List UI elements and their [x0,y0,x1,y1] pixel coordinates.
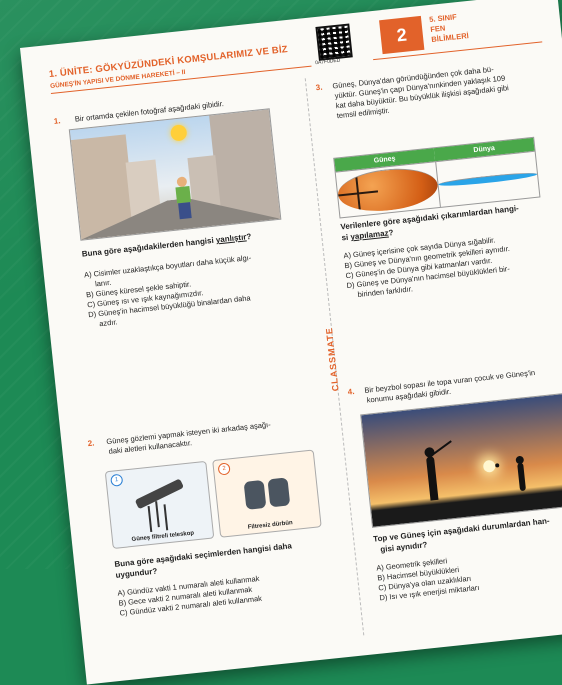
bat-icon [431,440,452,456]
earth-cell [434,150,540,208]
tripod-icon [155,501,160,528]
sun-icon [169,124,188,142]
sun-icon [482,459,496,473]
batter-silhouette [425,455,439,501]
prompt-part: Buna göre aşağıdakilerden hangisi [81,235,217,259]
question-2-stem: 2. Güneş gözlemi yapmak isteyen iki arka… [87,420,272,459]
prompt-end: ? [388,228,394,238]
question-number: 4. [347,386,355,397]
question-3-options: A) Güneş içerisine çok sayıda Dünya sığa… [343,234,513,301]
worksheet-page: 1. ÜNİTE: GÖKYÜZÜNDEKİ KOMŞULARIMIZ VE B… [20,0,562,685]
basketball-icon [335,164,440,216]
qr-code-label: 0A7F0DED [314,57,341,67]
telescope-image: 1 Güneş filtreli teleskop [104,460,215,550]
image-caption: Filtresiz dürbün [247,520,293,531]
legs [178,202,192,220]
prompt-end: ? [245,231,252,242]
qr-code-icon [315,23,353,61]
baseball-sunset-photo [360,392,562,528]
question-number: 3. [315,82,323,93]
question-2-options: A) Gündüz vakti 1 numaralı aleti kullanm… [117,574,262,619]
binoculars-image: 2 Filtresiz dürbün [212,449,322,538]
page-number: 2 [379,15,425,55]
prompt-underlined: yanlıştır [215,232,247,245]
question-number: 2. [87,438,95,449]
image-number: 1 [110,473,124,487]
sun-cell [335,161,440,218]
question-4-options: A) Geometrik şekilleri B) Hacimsel büyük… [376,553,480,603]
telescope-icon [134,478,185,510]
binoculars-icon [267,477,291,508]
binoculars-icon [243,479,267,510]
question-3-stem: 3. Güneş, Dünya'dan göründüğünden çok da… [315,63,510,123]
bead-icon [437,170,538,189]
street-photo [68,108,282,241]
grade-subject: 5. SINIF FEN BİLİMLERİ [429,11,469,45]
ball-icon [495,463,500,468]
image-caption: Güneş filtreli teleskop [131,530,195,544]
classmate-watermark: CLASSMATE [323,326,341,392]
image-number: 2 [217,462,231,476]
question-1-options: A) Cisimler uzaklaştıkça boyutları daha … [84,253,257,330]
body [175,186,192,204]
question-2-prompt: Buna göre aşağıdaki seçimlerden hangisi … [114,540,294,581]
prompt-underlined: yapılamaz [350,228,389,242]
question-number: 1. [53,116,61,126]
child-silhouette [517,462,527,492]
